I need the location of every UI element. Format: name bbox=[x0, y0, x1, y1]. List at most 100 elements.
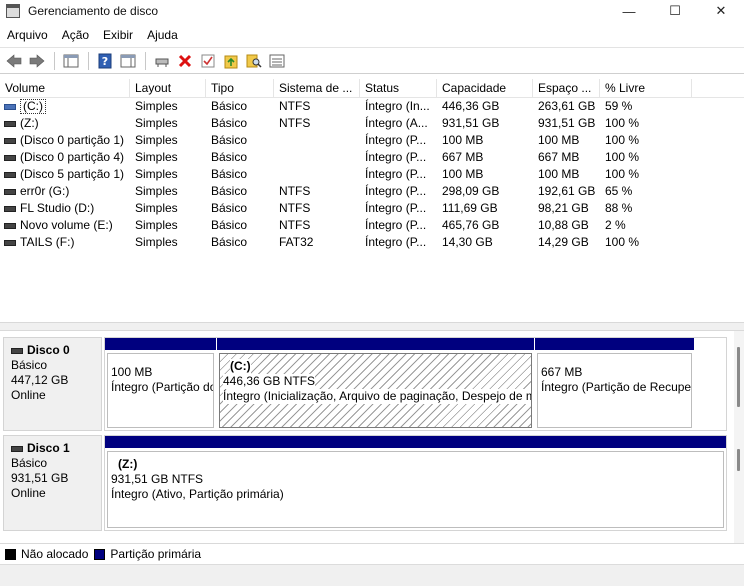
folder-up-icon[interactable] bbox=[220, 51, 242, 71]
volume-name: (Z:) bbox=[20, 116, 39, 130]
cell-sistema bbox=[274, 149, 360, 166]
menu-ajuda[interactable]: Ajuda bbox=[140, 28, 185, 42]
window-controls: — ☐ ✕ bbox=[606, 0, 744, 22]
cell-status: Íntegro (P... bbox=[365, 184, 427, 198]
disk-1-size: 931,51 GB bbox=[11, 471, 69, 485]
volume-row[interactable]: (Z:) Simples Básico NTFS Íntegro (A... 931,51… bbox=[0, 115, 692, 132]
maximize-button[interactable]: ☐ bbox=[652, 0, 698, 22]
cell-sistema: NTFS bbox=[279, 99, 311, 113]
minimize-button[interactable]: — bbox=[606, 0, 652, 22]
menu-exibir[interactable]: Exibir bbox=[96, 28, 140, 42]
column-status[interactable]: Status bbox=[360, 79, 437, 98]
legend-primary: Partição primária bbox=[94, 547, 201, 561]
cell-livre: 88 % bbox=[605, 201, 633, 215]
cell-capacidade: 446,36 GB bbox=[442, 99, 500, 113]
partition-status: Íntegro (Ativo, Partição primária) bbox=[111, 487, 284, 501]
column-espaco[interactable]: Espaço ... bbox=[533, 79, 600, 98]
column-sistema[interactable]: Sistema de ... bbox=[274, 79, 360, 98]
cell-status: Íntegro (P... bbox=[365, 218, 427, 232]
disk-0-partition-4[interactable]: 667 MB Íntegro (Partição de Recuperação) bbox=[535, 338, 694, 430]
connect-icon[interactable] bbox=[151, 51, 173, 71]
list-icon[interactable] bbox=[266, 51, 288, 71]
cell-tipo: Básico bbox=[211, 150, 248, 164]
cell-layout: Simples bbox=[135, 116, 178, 130]
disk-1-partition-z[interactable]: (Z:) 931,51 GB NTFS Íntegro (Ativo, Part… bbox=[105, 436, 726, 530]
cell-layout: Simples bbox=[135, 99, 178, 113]
disk-0-partition-c[interactable]: (C:) 446,36 GB NTFS Íntegro (Inicializaç… bbox=[217, 338, 534, 430]
volume-name: (Disco 0 partição 4) bbox=[20, 150, 125, 164]
cell-tipo: Básico bbox=[211, 116, 248, 130]
cell-sistema: NTFS bbox=[279, 218, 311, 232]
show-hide-icon[interactable] bbox=[117, 51, 139, 71]
volume-drive-icon bbox=[4, 103, 16, 110]
column-tipo[interactable]: Tipo bbox=[206, 79, 274, 98]
scrollbar-thumb[interactable] bbox=[737, 347, 740, 407]
cell-tipo: Básico bbox=[211, 201, 248, 215]
partition-body-selected: (C:) 446,36 GB NTFS Íntegro (Inicializaç… bbox=[219, 353, 532, 428]
column-livre[interactable]: % Livre bbox=[600, 79, 692, 98]
legend: Não alocado Partição primária bbox=[0, 543, 744, 564]
toolbar-separator bbox=[54, 51, 55, 70]
volume-row[interactable]: err0r (G:) Simples Básico NTFS Íntegro (P...… bbox=[0, 183, 692, 200]
cell-espaco: 931,51 GB bbox=[538, 116, 596, 130]
cell-volume: err0r (G:) bbox=[0, 183, 130, 200]
disk-1-partitions: (Z:) 931,51 GB NTFS Íntegro (Ativo, Part… bbox=[104, 435, 727, 531]
disk-0-partitions: 100 MB Íntegro (Partição do Sistema EFI)… bbox=[104, 337, 727, 431]
cell-capacidade: 100 MB bbox=[442, 133, 484, 147]
close-button[interactable]: ✕ bbox=[698, 0, 744, 22]
cell-espaco: 14,29 GB bbox=[538, 235, 589, 249]
cell-layout: Simples bbox=[135, 150, 178, 164]
partition-status: Íntegro (Partição do Sistema EFI) bbox=[111, 380, 213, 394]
forward-icon[interactable] bbox=[26, 51, 48, 71]
back-icon[interactable] bbox=[3, 51, 25, 71]
menu-acao[interactable]: Ação bbox=[55, 28, 96, 42]
disk-0-partition-1[interactable]: 100 MB Íntegro (Partição do Sistema EFI) bbox=[105, 338, 216, 430]
volume-name: (C:) bbox=[20, 99, 46, 114]
partition-size: 931,51 GB NTFS bbox=[111, 472, 204, 486]
cell-volume: FL Studio (D:) bbox=[0, 200, 130, 217]
disk-1-label[interactable]: Disco 1 Básico 931,51 GB Online bbox=[3, 435, 102, 531]
cell-capacidade: 931,51 GB bbox=[442, 116, 500, 130]
disk-view-scrollbar[interactable] bbox=[734, 331, 744, 543]
menu-arquivo[interactable]: Arquivo bbox=[0, 28, 55, 42]
volume-row[interactable]: (C:) Simples Básico NTFS Íntegro (In... 446,3… bbox=[0, 98, 692, 115]
disk-1-name-row: Disco 1 bbox=[11, 441, 101, 456]
cell-capacidade: 14,30 GB bbox=[442, 235, 493, 249]
properties-pane-icon[interactable] bbox=[60, 51, 82, 71]
legend-unallocated: Não alocado bbox=[5, 547, 88, 561]
cell-capacidade: 667 MB bbox=[442, 150, 484, 164]
legend-unallocated-label: Não alocado bbox=[21, 547, 89, 561]
cell-status: Íntegro (P... bbox=[365, 167, 427, 181]
disk-0-size: 447,12 GB bbox=[11, 373, 69, 387]
partition-size: 446,36 GB NTFS bbox=[223, 374, 316, 389]
column-capacidade[interactable]: Capacidade bbox=[437, 79, 533, 98]
disk-0-label[interactable]: Disco 0 Básico 447,12 GB Online bbox=[3, 337, 102, 431]
volume-row[interactable]: (Disco 0 partição 1) Simples Básico Íntegro… bbox=[0, 132, 692, 149]
volume-name: (Disco 0 partição 1) bbox=[20, 133, 125, 147]
volume-list-header: Volume Layout Tipo Sistema de ... Status… bbox=[0, 79, 744, 98]
volume-row[interactable]: (Disco 5 partição 1) Simples Básico Íntegro… bbox=[0, 166, 692, 183]
cell-tipo: Básico bbox=[211, 235, 248, 249]
pane-splitter[interactable] bbox=[0, 322, 744, 331]
column-layout[interactable]: Layout bbox=[130, 79, 206, 98]
legend-unallocated-swatch bbox=[5, 548, 16, 560]
partition-status: Íntegro (Partição de Recuperação) bbox=[541, 380, 692, 394]
cell-livre: 100 % bbox=[605, 150, 640, 164]
scrollbar-thumb-lower[interactable] bbox=[737, 449, 740, 471]
column-volume[interactable]: Volume bbox=[0, 79, 130, 98]
volume-drive-icon bbox=[4, 120, 16, 127]
volume-row[interactable]: FL Studio (D:) Simples Básico NTFS Íntegro (… bbox=[0, 200, 692, 217]
check-icon[interactable] bbox=[197, 51, 219, 71]
volume-row[interactable]: TAILS (F:) Simples Básico FAT32 Íntegro (P..… bbox=[0, 234, 692, 251]
help-icon[interactable]: ? bbox=[94, 51, 116, 71]
cell-layout: Simples bbox=[135, 184, 178, 198]
cell-capacidade: 100 MB bbox=[442, 167, 484, 181]
volume-row[interactable]: Novo volume (E:) Simples Básico NTFS Íntegro… bbox=[0, 217, 692, 234]
search-icon[interactable] bbox=[243, 51, 265, 71]
cell-layout: Simples bbox=[135, 218, 178, 232]
disk-drive-icon bbox=[11, 445, 23, 452]
delete-icon[interactable] bbox=[174, 51, 196, 71]
disk-graphical-view: Disco 0 Básico 447,12 GB Online 100 MB Í… bbox=[0, 331, 744, 543]
cell-livre: 100 % bbox=[605, 167, 640, 181]
volume-row[interactable]: (Disco 0 partição 4) Simples Básico Íntegro… bbox=[0, 149, 692, 166]
